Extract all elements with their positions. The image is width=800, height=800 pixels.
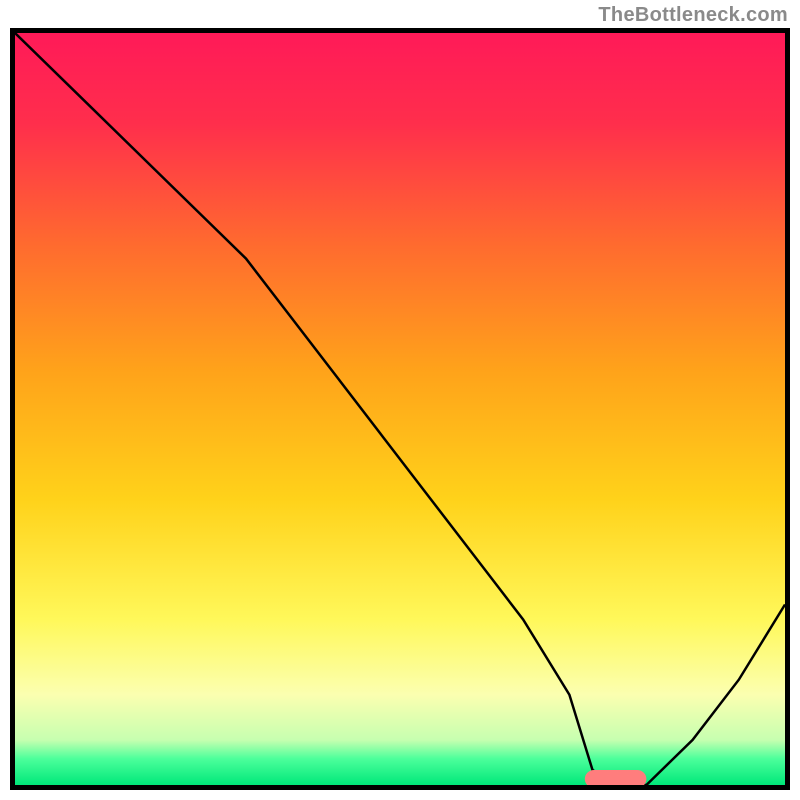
chart-svg [15,33,785,785]
watermark-text: TheBottleneck.com [598,4,788,27]
chart-frame [10,28,790,790]
optimal-range-marker [585,770,647,785]
